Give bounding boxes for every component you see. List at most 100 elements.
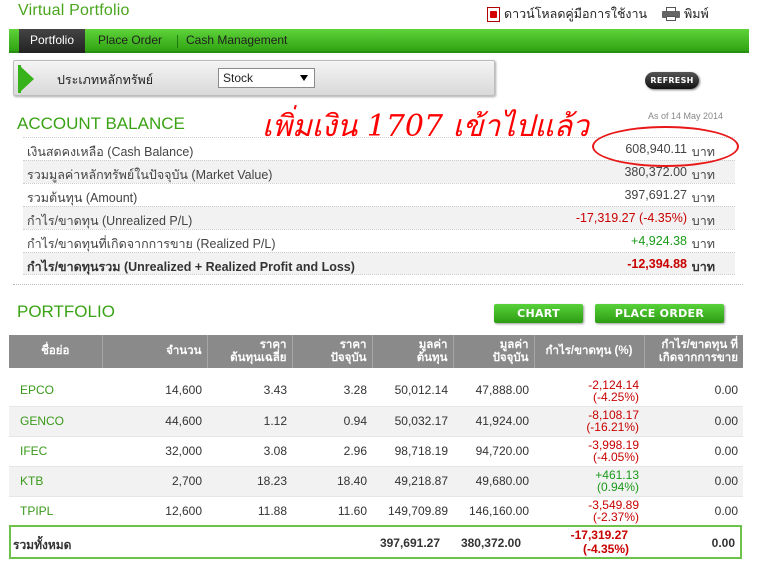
row-symbol[interactable]: EPCO <box>9 376 102 407</box>
col-header-cost-value: มูลค่า ต้นทุน <box>372 335 454 368</box>
chart-button[interactable]: CHART <box>494 304 583 323</box>
tab-cash-management[interactable]: Cash Management <box>186 29 287 53</box>
total-pl-pct: (-4.35%) <box>582 542 629 556</box>
row-pl-pct: (-2.37%) <box>592 510 639 524</box>
balance-label: กำไร/ขาดทุนรวม (Unrealized + Realized Pr… <box>27 260 355 274</box>
balance-row-amount: รวมต้นทุน (Amount) 397,691.27 บาท <box>23 183 735 206</box>
balance-row-realized: กำไร/ขาดทุนที่เกิดจากการขาย (Realized P/… <box>23 229 735 252</box>
print-label: พิมพ์ <box>684 7 709 21</box>
security-type-label: ประเภทหลักทรัพย์ <box>57 73 154 87</box>
total-realized: 0.00 <box>711 536 735 550</box>
col-header-market-value: มูลค่า ปัจจุบัน <box>453 335 535 368</box>
row-avg-cost: 3.08 <box>207 436 292 467</box>
row-avg-cost: 1.12 <box>207 406 292 437</box>
row-pl-pct: (-4.25%) <box>592 389 639 404</box>
print-link[interactable]: พิมพ์ <box>662 4 709 24</box>
place-order-button[interactable]: PLACE ORDER <box>595 304 724 323</box>
security-type-select[interactable]: Stock <box>218 68 315 88</box>
refresh-button[interactable]: REFRESH <box>645 72 699 89</box>
balance-label: รวมมูลค่าหลักทรัพย์ในปัจจุบัน (Market Va… <box>27 168 273 182</box>
total-market-value: 380,372.00 <box>460 536 521 550</box>
security-type-value: Stock <box>223 71 254 85</box>
row-price: 3.28 <box>292 376 372 407</box>
row-cost-value: 50,032.17 <box>372 406 453 437</box>
download-manual-link[interactable]: ดาวน์โหลดคู่มือการใช้งาน <box>487 4 647 24</box>
row-pl-pct: (0.94%) <box>596 480 639 494</box>
arrow-right-icon <box>20 66 34 92</box>
row-symbol[interactable]: GENCO <box>9 406 102 437</box>
row-price: 0.94 <box>292 406 372 437</box>
balance-value: 397,691.27 <box>624 188 687 202</box>
col-header-price: ราคา ปัจจุบัน <box>292 335 373 368</box>
row-symbol[interactable]: TPIPL <box>9 496 102 527</box>
row-cost-value: 98,718.19 <box>372 436 453 467</box>
balance-value: 380,372.00 <box>624 165 687 179</box>
row-cost-value: 149,709.89 <box>372 496 453 527</box>
row-avg-cost: 3.43 <box>207 376 292 407</box>
balance-value: +4,924.38 <box>631 234 687 248</box>
row-pl: -2,124.14 (-4.25%) <box>534 376 644 407</box>
col-header-symbol: ชื่อย่อ <box>9 335 103 368</box>
balance-row-total-pl: กำไร/ขาดทุนรวม (Unrealized + Realized Pr… <box>23 252 735 275</box>
chevron-down-icon <box>300 75 308 81</box>
row-qty: 14,600 <box>102 376 207 407</box>
balance-label: เงินสดคงเหลือ (Cash Balance) <box>27 145 194 159</box>
col-header-avg-cost: ราคา ต้นทุนเฉลี่ย <box>207 335 293 368</box>
table-header: ชื่อย่อ จำนวน ราคา ต้นทุนเฉลี่ย ราคา ปัจจุ… <box>9 335 743 368</box>
balance-label: รวมต้นทุน (Amount) <box>27 191 138 205</box>
row-pl: -8,108.17 (-16.21%) <box>534 406 644 437</box>
tab-portfolio[interactable]: Portfolio <box>19 29 86 53</box>
account-balance-title: ACCOUNT BALANCE <box>17 114 185 133</box>
nav-separator <box>177 35 178 48</box>
row-market-value: 146,160.00 <box>453 496 534 527</box>
row-avg-cost: 11.88 <box>207 496 292 527</box>
row-pl-pct: (-16.21%) <box>586 420 639 434</box>
download-manual-label: ดาวน์โหลดคู่มือการใช้งาน <box>504 7 648 21</box>
row-pl: +461.13 (0.94%) <box>534 466 644 497</box>
row-realized: 0.00 <box>644 376 743 407</box>
table-row: KTB 2,700 18.23 18.40 49,218.87 49,680.00 +461… <box>9 466 743 497</box>
annotation-circle <box>592 126 739 167</box>
table-row: TPIPL 12,600 11.88 11.60 149,709.89 146,160.0… <box>9 496 743 527</box>
balance-row-unrealized: กำไร/ขาดทุน (Unrealized P/L) -17,319.27 … <box>23 206 735 229</box>
row-market-value: 49,680.00 <box>453 466 534 497</box>
balance-unit: บาท <box>691 191 715 205</box>
row-pl: -3,998.19 (-4.05%) <box>534 436 644 467</box>
row-price: 11.60 <box>292 496 372 527</box>
balance-value: -17,319.27 (-4.35%) <box>575 211 687 225</box>
row-market-value: 47,888.00 <box>453 376 534 407</box>
row-realized: 0.00 <box>644 466 743 497</box>
row-qty: 2,700 <box>102 466 207 497</box>
row-cost-value: 49,218.87 <box>372 466 453 497</box>
header: Virtual Portfolio ดาวน์โหลดคู่มือการใช้ง… <box>0 0 757 30</box>
row-avg-cost: 18.23 <box>207 466 292 497</box>
portfolio-title: PORTFOLIO <box>17 302 115 321</box>
row-realized: 0.00 <box>644 436 743 467</box>
row-pl: -3,549.89 (-2.37%) <box>534 496 644 527</box>
row-symbol[interactable]: IFEC <box>9 436 102 467</box>
total-pl: -17,319.27 <box>570 528 628 542</box>
row-market-value: 94,720.00 <box>453 436 534 467</box>
row-market-value: 41,924.00 <box>453 406 534 437</box>
balance-unit: บาท <box>691 237 715 251</box>
row-pl-pct: (-4.05%) <box>592 450 639 464</box>
total-label: รวมทั้งหมด <box>13 538 72 552</box>
row-price: 2.96 <box>292 436 372 467</box>
balance-label: กำไร/ขาดทุน (Unrealized P/L) <box>27 214 193 228</box>
row-price: 18.40 <box>292 466 372 497</box>
tab-place-order[interactable]: Place Order <box>98 29 162 53</box>
table-row: GENCO 44,600 1.12 0.94 50,032.17 41,924.00 -8,… <box>9 406 743 437</box>
col-header-qty: จำนวน <box>102 335 208 368</box>
as-of-date: As of 14 May 2014 <box>648 111 724 121</box>
main-nav: Portfolio Place Order Cash Management <box>9 29 749 53</box>
table-row: EPCO 14,600 3.43 3.28 50,012.14 47,888.00 -2,1… <box>9 376 743 407</box>
balance-unit: บาท <box>691 260 715 274</box>
section-divider <box>13 284 743 285</box>
table-row: IFEC 32,000 3.08 2.96 98,718.19 94,720.00 -3,9… <box>9 436 743 467</box>
row-symbol[interactable]: KTB <box>9 466 102 497</box>
row-qty: 32,000 <box>102 436 207 467</box>
row-qty: 12,600 <box>102 496 207 527</box>
row-qty: 44,600 <box>102 406 207 437</box>
row-pl-value: -2,124.14 <box>588 377 639 392</box>
portfolio-table: ชื่อย่อ จำนวน ราคา ต้นทุนเฉลี่ย ราคา ปัจจุ… <box>9 335 743 527</box>
